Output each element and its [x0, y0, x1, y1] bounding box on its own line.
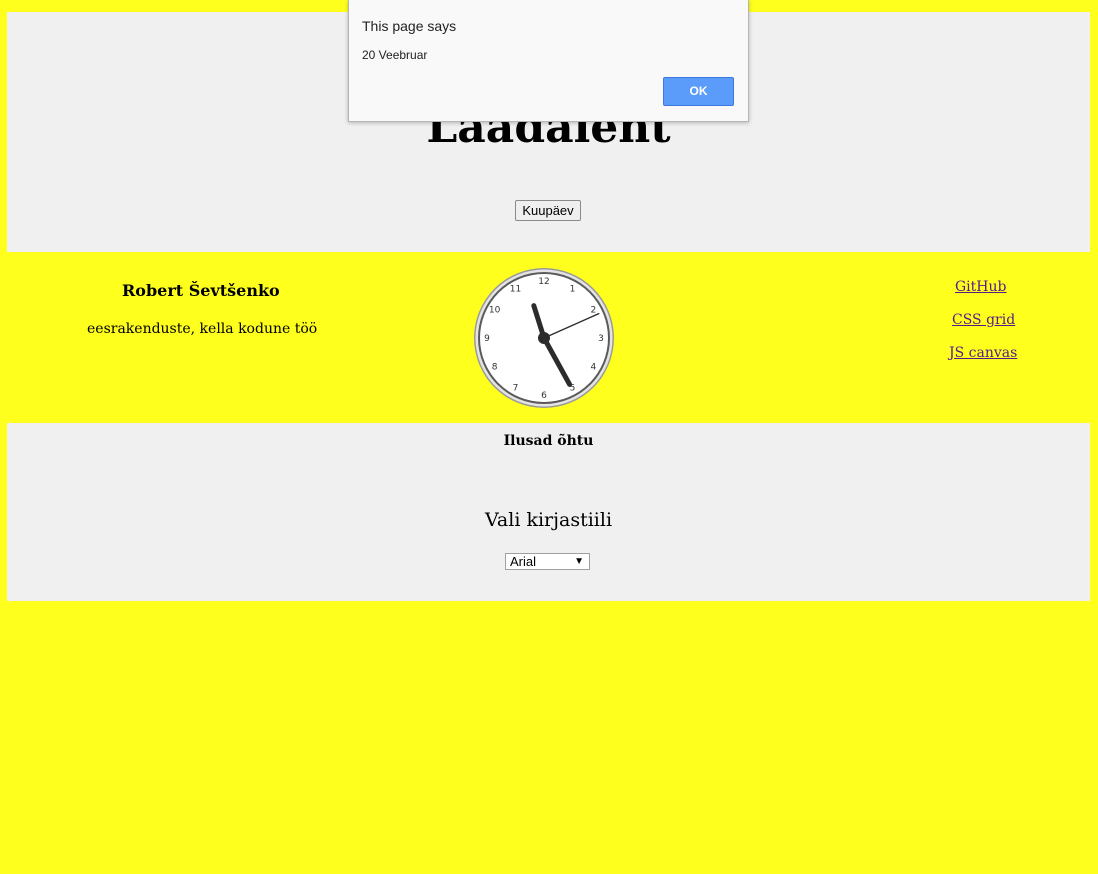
chevron-down-icon: ▼ — [574, 556, 584, 567]
date-button[interactable]: Kuupäev — [515, 200, 581, 221]
greeting-text: Ilusad õhtu — [503, 433, 594, 449]
clock-numeral: 11 — [510, 285, 521, 295]
clock-numeral: 9 — [484, 334, 490, 344]
js-canvas-link[interactable]: JS canvas — [949, 344, 1017, 362]
github-link[interactable]: GitHub — [955, 278, 1006, 296]
clock-numeral: 4 — [591, 363, 597, 373]
clock-center-pin — [538, 332, 550, 344]
font-style-heading: Vali kirjastiili — [484, 509, 613, 531]
clock-numeral: 3 — [598, 334, 604, 344]
alert-dialog: This page says 20 Veebruar OK — [348, 0, 749, 122]
author-name: Robert Ševtšenko — [122, 281, 280, 300]
dialog-message: 20 Veebruar — [362, 48, 428, 62]
clock-numeral: 1 — [570, 285, 576, 295]
dialog-title: This page says — [362, 18, 457, 34]
css-grid-link[interactable]: CSS grid — [952, 311, 1015, 329]
font-select-value: Arial — [510, 554, 537, 569]
clock-numeral: 8 — [492, 363, 498, 373]
analog-clock: 121234567891011 — [474, 268, 614, 408]
author-description: eesrakenduste, kella kodune töö — [87, 321, 318, 337]
footer-panel: Ilusad õhtu Vali kirjastiili Arial ▼ — [7, 423, 1090, 601]
clock-numeral: 10 — [489, 306, 501, 316]
clock-numeral: 2 — [591, 306, 597, 316]
dialog-ok-button[interactable]: OK — [663, 77, 734, 106]
clock-numeral: 7 — [513, 383, 519, 393]
clock-numeral: 6 — [541, 391, 547, 401]
font-select[interactable]: Arial ▼ — [505, 553, 590, 570]
clock-numeral: 12 — [538, 277, 549, 287]
